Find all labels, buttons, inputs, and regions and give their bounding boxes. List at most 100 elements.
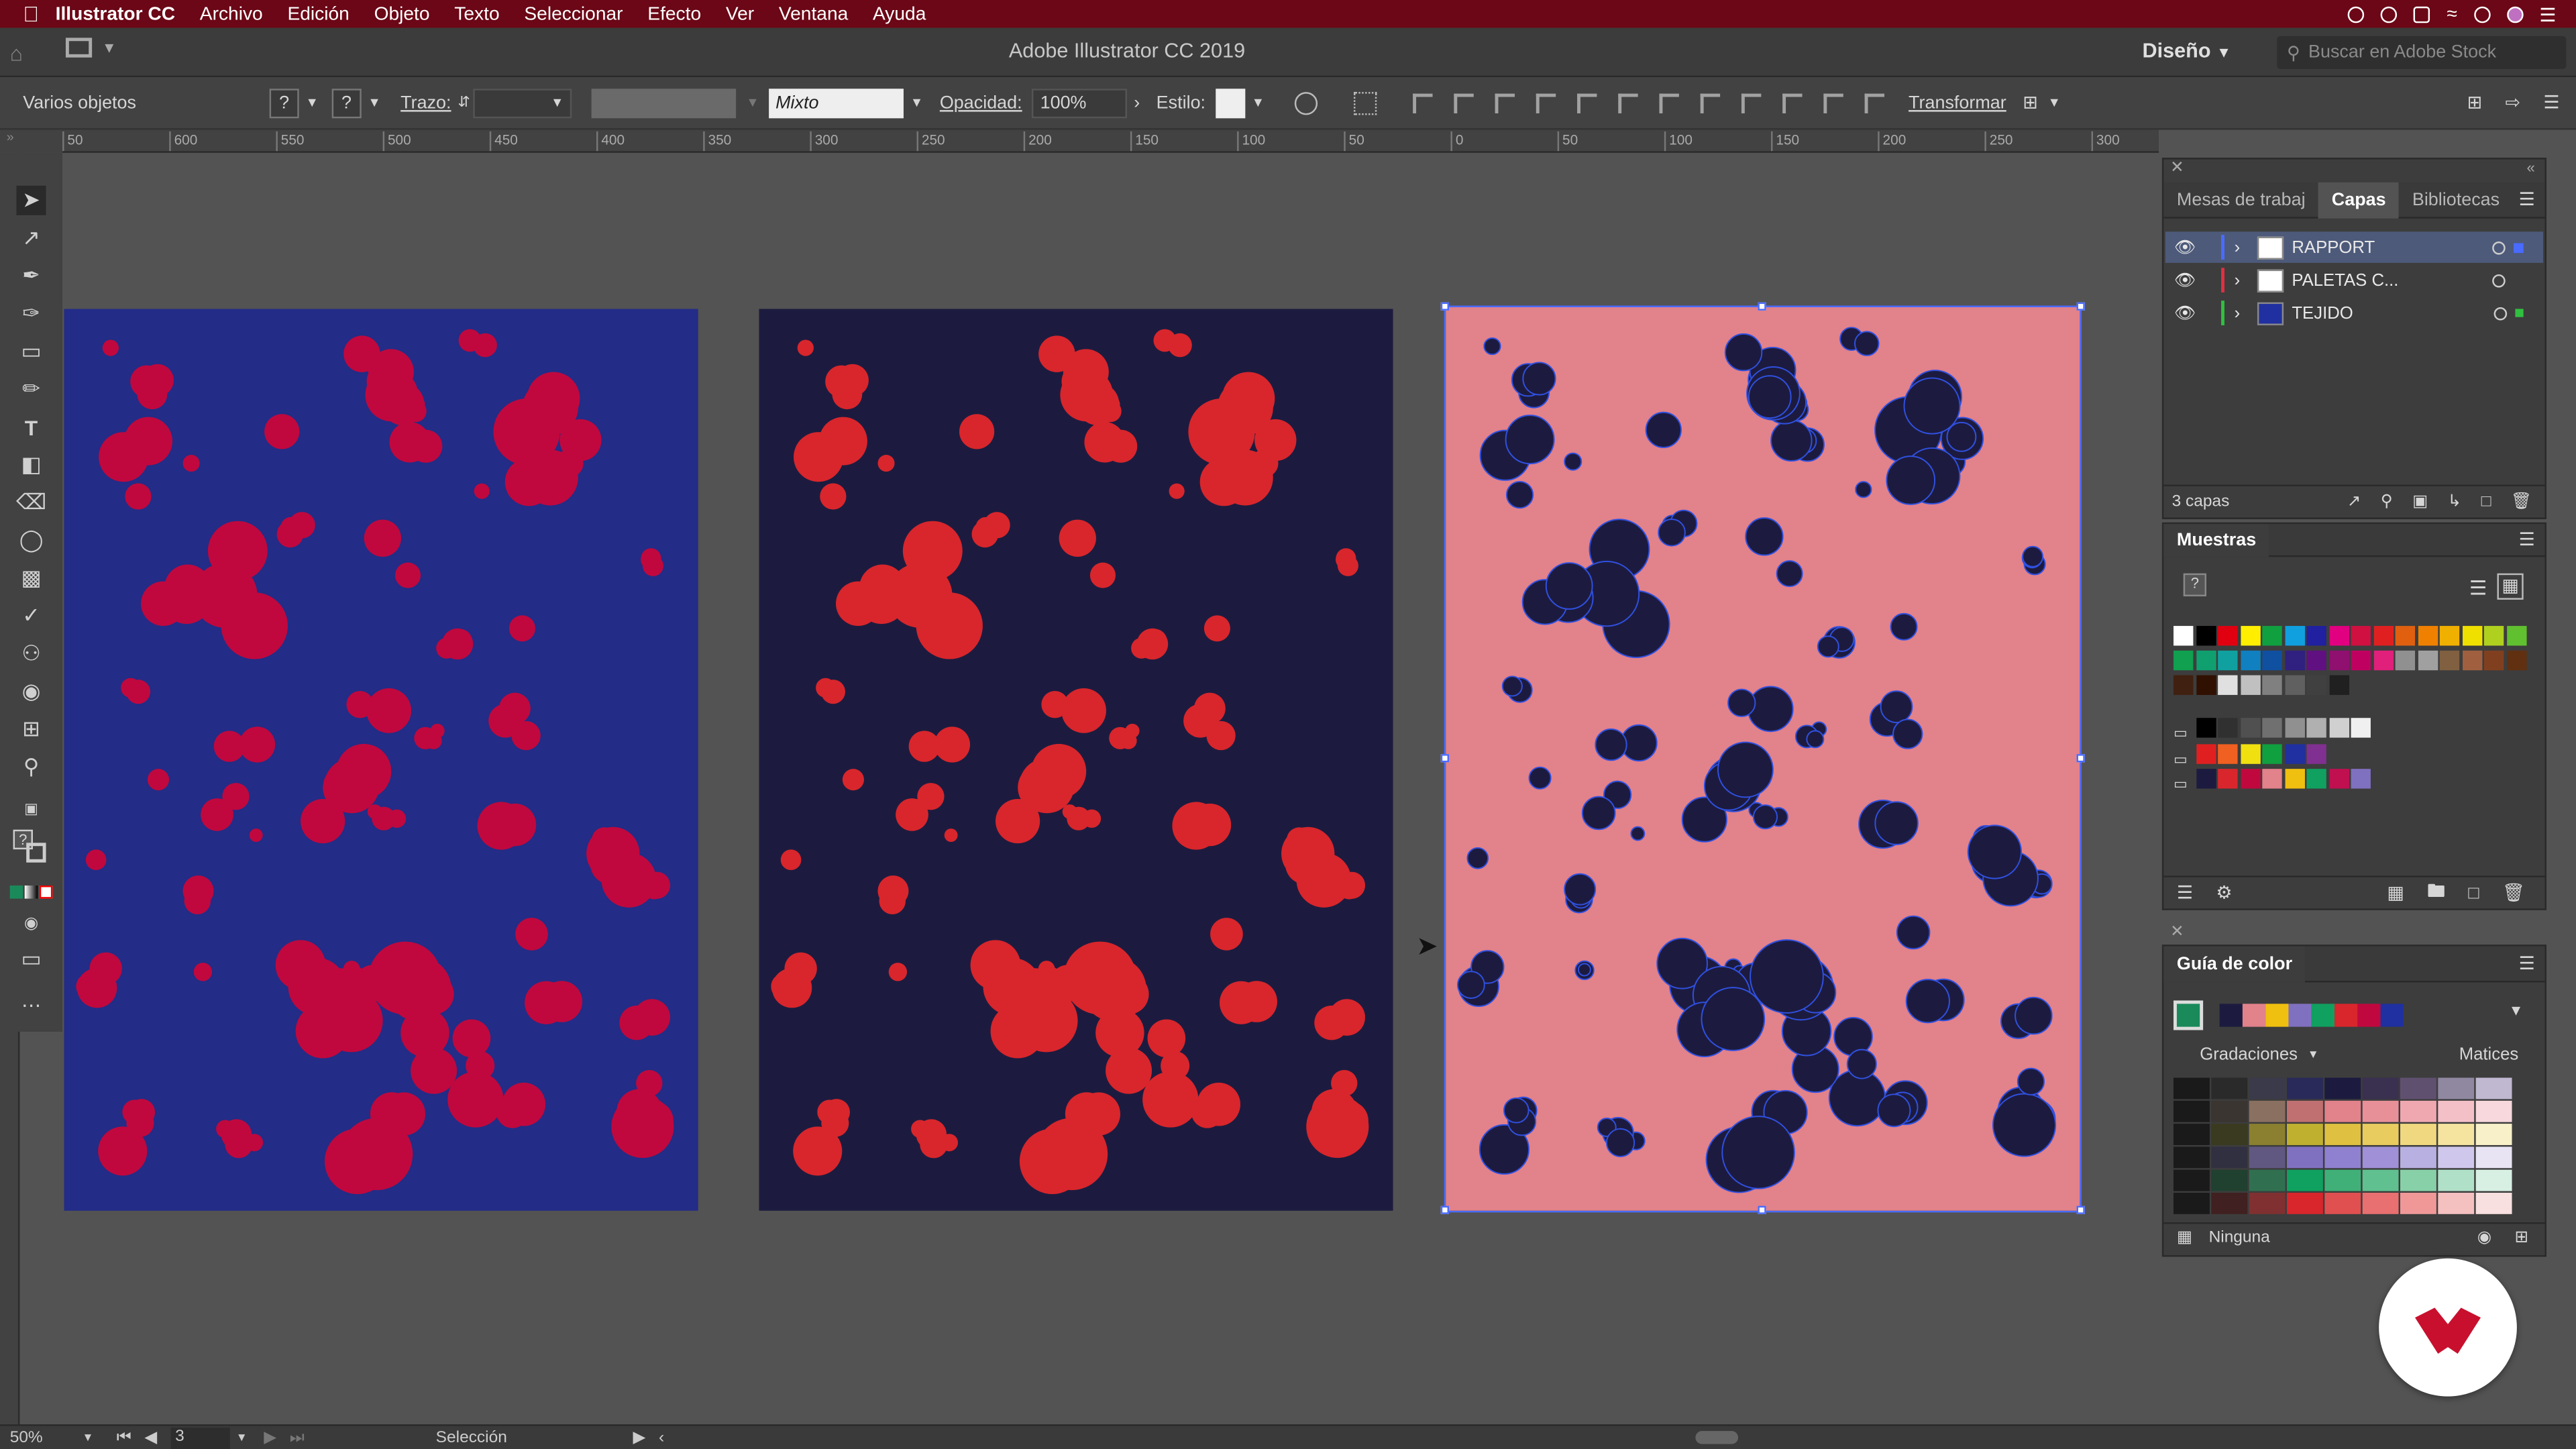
distribute-bottom-icon[interactable]	[1741, 93, 1761, 113]
limit-group[interactable]: Ninguna	[2209, 1229, 2477, 1247]
variation-swatch[interactable]	[2400, 1169, 2436, 1191]
new-swatch-icon[interactable]: □	[2468, 883, 2479, 902]
swatch[interactable]	[2284, 650, 2304, 671]
color-group-folder-icon[interactable]: ▭	[2174, 751, 2193, 770]
variation-swatch[interactable]	[2438, 1192, 2475, 1214]
variation-swatch[interactable]	[2287, 1124, 2323, 1145]
close-icon[interactable]: ✕	[2170, 923, 2184, 941]
screen-mode-icon[interactable]: ▭	[16, 945, 46, 974]
trash-icon[interactable]: 🗑	[2502, 882, 2525, 904]
variation-swatch[interactable]	[2475, 1077, 2512, 1099]
color-group-folder-icon[interactable]: ▭	[2174, 724, 2193, 744]
swatch[interactable]	[2240, 650, 2260, 671]
swatch[interactable]	[2174, 675, 2194, 695]
grid-view-icon[interactable]: ▦	[2497, 573, 2524, 600]
notification-icon[interactable]: ☰	[2539, 3, 2556, 25]
swatch[interactable]	[2328, 675, 2349, 695]
stroke-stepper-icon[interactable]: ⇵	[458, 94, 470, 112]
visibility-eye-icon[interactable]: 👁	[2165, 237, 2205, 258]
swatch[interactable]	[2262, 718, 2282, 738]
variation-swatch[interactable]	[2400, 1192, 2436, 1214]
variation-swatch[interactable]	[2475, 1100, 2512, 1122]
artboard-number[interactable]: 3	[170, 1426, 229, 1448]
menu-ayuda[interactable]: Ayuda	[873, 4, 926, 23]
stroke-weight-input[interactable]: ▼	[473, 88, 572, 118]
swatch[interactable]	[2461, 650, 2482, 671]
menu-texto[interactable]: Texto	[454, 4, 499, 23]
swatch[interactable]	[2417, 626, 2438, 646]
swatch[interactable]	[2218, 744, 2238, 764]
variable-width-profile[interactable]	[592, 88, 737, 118]
variation-swatch[interactable]	[2362, 1124, 2399, 1145]
align-top-icon[interactable]	[1536, 93, 1556, 113]
swatch[interactable]	[2351, 650, 2371, 671]
artboard-1[interactable]	[64, 309, 698, 1211]
swatch[interactable]	[2417, 650, 2438, 671]
swatch[interactable]	[2196, 675, 2216, 695]
harmony-swatch[interactable]	[2219, 1004, 2243, 1027]
stroke-swatch[interactable]	[26, 843, 46, 863]
harmony-swatch[interactable]	[2242, 1004, 2266, 1027]
menu-edicion[interactable]: Edición	[287, 4, 349, 23]
swatch[interactable]	[2240, 769, 2260, 789]
close-icon[interactable]: ✕	[2170, 160, 2184, 178]
color-group-folder-icon[interactable]: ▭	[2174, 775, 2193, 795]
shape-builder-tool-icon[interactable]: ◉	[16, 677, 46, 706]
new-color-group-icon[interactable]: 🖿	[2427, 877, 2445, 909]
chevron-down-icon[interactable]: ▼	[2048, 95, 2061, 110]
swatch[interactable]	[2506, 650, 2526, 671]
lasso-tool-icon[interactable]: ◯	[16, 526, 46, 555]
clipping-mask-icon[interactable]: ▣	[2412, 493, 2428, 511]
isolate-icon[interactable]: ⇨	[2505, 92, 2520, 113]
first-artboard-icon[interactable]: ⏮	[117, 1428, 131, 1446]
swatch[interactable]	[2351, 626, 2371, 646]
rectangle-tool-icon[interactable]: ▭	[16, 337, 46, 366]
swatch[interactable]	[2284, 675, 2304, 695]
chevron-down-icon[interactable]: ▼	[746, 95, 759, 110]
swatch[interactable]	[2373, 650, 2393, 671]
tab-artboards[interactable]: Mesas de trabaj	[2163, 182, 2318, 218]
pen-tool-icon[interactable]: ✒	[16, 261, 46, 290]
ruler-origin[interactable]: »	[0, 129, 63, 153]
selection-handle[interactable]	[2076, 302, 2085, 311]
spotlight-icon[interactable]	[2473, 5, 2490, 23]
swatch[interactable]	[2196, 650, 2216, 671]
horizontal-scrollbar[interactable]	[678, 1431, 2576, 1444]
variation-swatch[interactable]	[2174, 1077, 2210, 1099]
status-menu-icon[interactable]: ▶	[633, 1428, 646, 1446]
variation-swatch[interactable]	[2249, 1077, 2286, 1099]
target-icon[interactable]	[2492, 273, 2506, 287]
variation-swatch[interactable]	[2362, 1192, 2399, 1214]
paintbrush-tool-icon[interactable]: ✏	[16, 374, 46, 404]
blend-tool-icon[interactable]: ⚇	[16, 639, 46, 669]
swatch[interactable]	[2284, 769, 2304, 789]
variation-swatch[interactable]	[2362, 1146, 2399, 1169]
align-center-icon[interactable]	[1453, 93, 1474, 113]
swatch[interactable]	[2328, 769, 2349, 789]
arrange-icon[interactable]: ⊞	[2467, 92, 2483, 113]
variation-swatch[interactable]	[2287, 1192, 2323, 1214]
artboard-3[interactable]	[1444, 305, 2082, 1213]
swatch[interactable]	[2262, 626, 2282, 646]
swatch[interactable]	[2218, 769, 2238, 789]
variation-swatch[interactable]	[2400, 1077, 2436, 1099]
apple-icon[interactable]: 	[23, 1, 39, 26]
variation-swatch[interactable]	[2400, 1146, 2436, 1169]
chevron-down-icon[interactable]: ▼	[236, 1432, 248, 1443]
save-group-icon[interactable]: ⊞	[2514, 1229, 2528, 1247]
harmony-swatch[interactable]	[2265, 1004, 2289, 1027]
swatch[interactable]	[2196, 769, 2216, 789]
swatch-options-icon[interactable]: ▦	[2387, 882, 2404, 904]
swatch[interactable]	[2483, 650, 2504, 671]
swatch[interactable]	[2306, 675, 2326, 695]
variation-swatch[interactable]	[2324, 1146, 2361, 1169]
place-swatch-icon[interactable]: ⚙	[2216, 882, 2232, 904]
variation-swatch[interactable]	[2174, 1146, 2210, 1169]
chevron-right-icon[interactable]: ›	[1134, 93, 1140, 112]
menu-seleccionar[interactable]: Seleccionar	[524, 4, 623, 23]
panel-menu-icon[interactable]: ☰	[2519, 953, 2535, 974]
direct-selection-tool-icon[interactable]: ↗	[16, 223, 46, 253]
variation-swatch[interactable]	[2324, 1124, 2361, 1145]
variation-swatch[interactable]	[2211, 1146, 2248, 1169]
variation-swatch[interactable]	[2287, 1100, 2323, 1122]
